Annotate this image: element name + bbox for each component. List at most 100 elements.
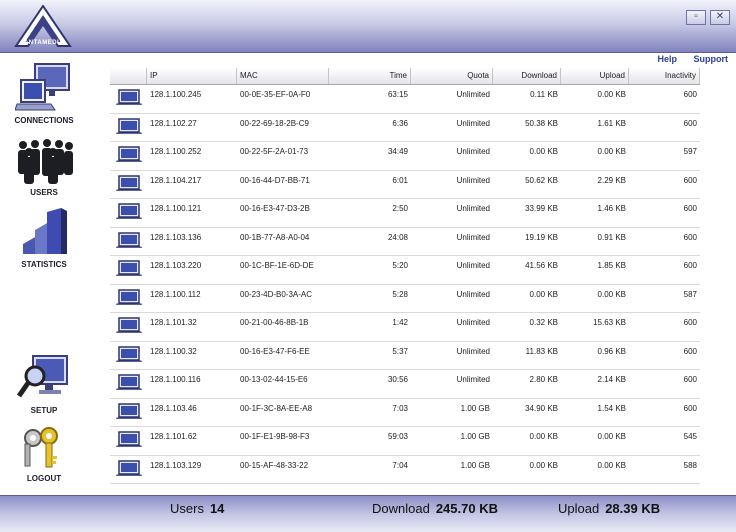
column-header-time[interactable]: Time — [329, 68, 411, 84]
cell-mac: 00-23-4D-B0-3A-AC — [240, 289, 313, 299]
nav-connections[interactable]: CONNECTIONS — [0, 62, 88, 125]
nav-statistics-label: STATISTICS — [21, 260, 67, 269]
users-icon — [18, 139, 73, 184]
cell-download: 0.32 KB — [529, 318, 558, 327]
restore-button[interactable]: ▫ — [686, 10, 706, 25]
cell-quota: Unlimited — [456, 204, 490, 213]
upload-summary: Upload 28.39 KB — [558, 501, 660, 516]
client-computer-icon — [115, 402, 142, 419]
table-row[interactable]: 128.1.103.129 00-15-AF-48-33-22 7:04 1.00 G… — [110, 456, 700, 484]
column-header-download[interactable]: Download — [493, 68, 561, 84]
cell-time: 59:03 — [387, 432, 408, 441]
table-row[interactable]: 128.1.101.32 00-21-00-46-8B-1B 1:42 Unlimit… — [110, 313, 700, 342]
cell-ip: 128.1.100.252 — [150, 147, 202, 156]
cell-inactivity: 600 — [683, 232, 697, 242]
cell-quota: Unlimited — [456, 232, 490, 242]
cell-time: 30:56 — [387, 375, 408, 384]
column-header-upload[interactable]: Upload — [561, 68, 629, 84]
table-row[interactable]: 128.1.100.32 00-16-E3-47-F6-EE 5:37 Unlimit… — [110, 342, 700, 370]
cell-download: 2.80 KB — [529, 375, 558, 384]
cell-ip: 128.1.103.220 — [150, 261, 202, 270]
cell-time: 2:50 — [392, 204, 408, 213]
column-header-mac[interactable]: MAC — [237, 68, 329, 84]
client-computer-icon — [115, 317, 142, 333]
cell-quota: Unlimited — [456, 90, 490, 99]
support-link[interactable]: Support — [694, 54, 729, 64]
cell-ip: 128.1.100.116 — [150, 375, 201, 384]
cell-ip: 128.1.100.245 — [150, 90, 202, 99]
table-row[interactable]: 128.1.100.121 00-16-E3-47-D3-2B 2:50 Unlimi… — [110, 199, 700, 228]
header-bar: ANTAMEDIA ▫ ✕ — [0, 0, 736, 53]
cell-icon — [110, 85, 147, 105]
table-row[interactable]: 128.1.104.217 00-16-44-D7-BB-71 6:01 Unlimi… — [110, 171, 700, 199]
table-body: 128.1.100.245 00-0E-35-EF-0A-F0 63:15 Unlim… — [110, 85, 700, 484]
bar-chart-icon — [23, 208, 67, 254]
client-computer-icon — [115, 203, 142, 219]
nav-logout[interactable]: LOGOUT — [0, 424, 88, 483]
table-row[interactable]: 128.1.100.245 00-0E-35-EF-0A-F0 63:15 Unlim… — [110, 85, 700, 114]
cell-quota: 1.00 GB — [460, 432, 490, 441]
cell-mac: 00-22-5F-2A-01-73 — [240, 147, 309, 156]
client-computer-icon — [115, 89, 142, 105]
cell-ip: 128.1.104.217 — [150, 175, 202, 185]
cell-ip: 128.1.101.32 — [150, 318, 197, 327]
nav-users-label: USERS — [30, 188, 58, 197]
cell-inactivity: 600 — [683, 261, 697, 270]
status-footer: Users 14 Download 245.70 KB Upload 28.39 KB — [0, 495, 736, 532]
cell-download: 0.11 KB — [530, 90, 558, 99]
cell-icon — [110, 285, 147, 305]
column-header-ip[interactable]: IP — [147, 68, 237, 84]
cell-time: 1:42 — [392, 318, 408, 327]
cell-icon — [110, 370, 147, 390]
cell-quota: 1.00 GB — [460, 403, 490, 413]
cell-inactivity: 600 — [683, 318, 697, 327]
table-row[interactable]: 128.1.100.112 00-23-4D-B0-3A-AC 5:28 Unlimi… — [110, 285, 700, 313]
table-row[interactable]: 128.1.101.62 00-1F-E1-9B-98-F3 59:03 1.00 G… — [110, 427, 700, 456]
table-row[interactable]: 128.1.103.136 00-1B-77-A8-A0-04 24:08 Unlim… — [110, 228, 700, 256]
cell-upload: 1.46 KB — [597, 204, 626, 213]
cell-upload: 0.00 KB — [597, 460, 626, 470]
client-computer-icon — [115, 374, 142, 390]
table-row[interactable]: 128.1.103.220 00-1C-BF-1E-6D-DE 5:20 Unlimi… — [110, 256, 700, 285]
column-header-inactivity[interactable]: Inactivity — [629, 68, 700, 84]
cell-mac: 00-0E-35-EF-0A-F0 — [240, 90, 311, 99]
column-header-quota[interactable]: Quota — [411, 68, 493, 84]
cell-inactivity: 600 — [683, 204, 697, 213]
column-header-icon[interactable] — [110, 68, 147, 84]
table-row[interactable]: 128.1.103.46 00-1F-3C-8A-EE-A8 7:03 1.00 GB… — [110, 399, 700, 427]
cell-ip: 128.1.100.112 — [150, 289, 201, 299]
keys-icon — [24, 427, 58, 468]
cell-upload: 2.29 KB — [597, 175, 626, 185]
cell-icon — [110, 427, 147, 447]
application-window: ANTAMEDIA ▫ ✕ Help Support CONNECTIONS U… — [0, 0, 736, 532]
cell-inactivity: 600 — [683, 175, 697, 185]
cell-time: 7:03 — [392, 403, 408, 413]
cell-download: 34.90 KB — [525, 403, 558, 413]
upload-summary-value: 28.39 KB — [605, 501, 661, 516]
table-row[interactable]: 128.1.100.252 00-22-5F-2A-01-73 34:49 Unlim… — [110, 142, 700, 171]
cell-inactivity: 600 — [683, 403, 697, 413]
cell-time: 34:49 — [387, 147, 408, 156]
nav-statistics[interactable]: STATISTICS — [0, 206, 88, 269]
cell-mac: 00-1B-77-A8-A0-04 — [240, 232, 310, 242]
cell-ip: 128.1.100.32 — [150, 346, 197, 356]
cell-quota: 1.00 GB — [460, 460, 490, 470]
nav-logout-label: LOGOUT — [26, 474, 62, 483]
cell-time: 7:04 — [392, 460, 408, 470]
table-row[interactable]: 128.1.100.116 00-13-02-44-15-E6 30:56 Unlim… — [110, 370, 700, 399]
nav-users[interactable]: USERS — [0, 138, 88, 197]
nav-setup-label: SETUP — [30, 406, 58, 415]
cell-time: 5:20 — [392, 261, 408, 270]
cell-upload: 0.91 KB — [597, 232, 626, 242]
cell-download: 0.00 KB — [529, 460, 558, 470]
cell-time: 5:37 — [392, 346, 408, 356]
table-row[interactable]: 128.1.102.27 00-22-69-18-2B-C9 6:36 Unlimit… — [110, 114, 700, 142]
cell-time: 63:15 — [387, 90, 408, 99]
close-button[interactable]: ✕ — [710, 10, 730, 25]
cell-icon — [110, 456, 147, 476]
cell-upload: 1.85 KB — [597, 261, 626, 270]
nav-setup[interactable]: SETUP — [0, 352, 88, 415]
client-computer-icon — [115, 431, 142, 447]
cell-upload: 2.14 KB — [597, 375, 626, 384]
help-link[interactable]: Help — [657, 54, 677, 64]
